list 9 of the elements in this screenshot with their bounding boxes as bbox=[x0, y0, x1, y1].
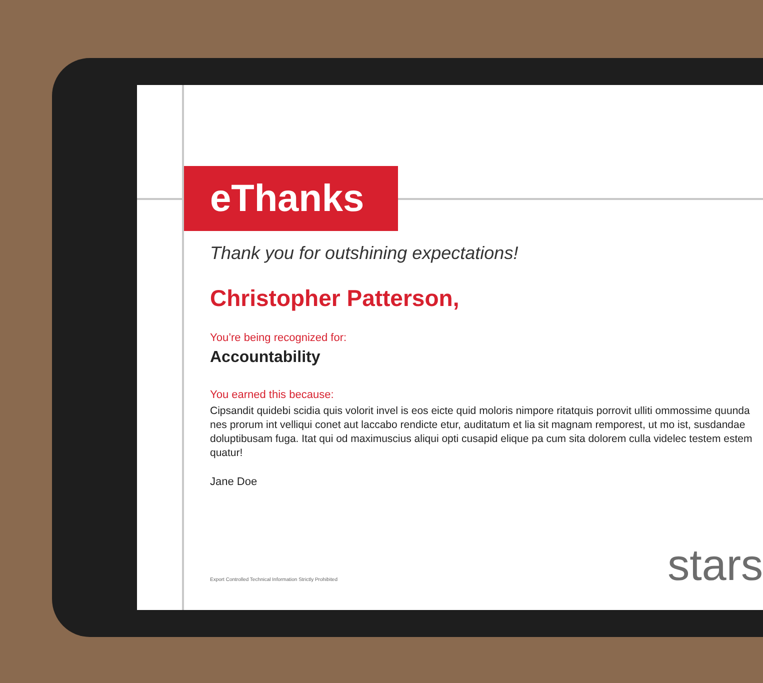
recognized-label: You’re being recognized for: bbox=[210, 330, 348, 346]
recipient-name: Christopher Patterson, bbox=[210, 284, 460, 313]
tagline: Thank you for outshining expectations! bbox=[210, 242, 520, 265]
recognized-value: Accountability bbox=[210, 348, 322, 368]
signature: Jane Doe bbox=[210, 474, 258, 490]
ethanks-banner: eThanks bbox=[184, 166, 398, 231]
reason-paragraph: Cipsandit quidebi scidia quis volorit invel is eos eicte quid moloris nimpore ritatquis porrovit ulliti ommossime quunda nes prorum int velliqui conet aut laccabo rendicte etur, auditatum et lia sit magnam remporest, ut mo ist, susdandae doluptibusam fuga. Itat qui od maximuscius aliqui opti cusapid elique pa cum sita dolorem culla videlec testem estem quatur! bbox=[210, 404, 754, 460]
stars-logo: stars bbox=[668, 542, 763, 588]
reason-label: You earned this because: bbox=[210, 388, 335, 403]
